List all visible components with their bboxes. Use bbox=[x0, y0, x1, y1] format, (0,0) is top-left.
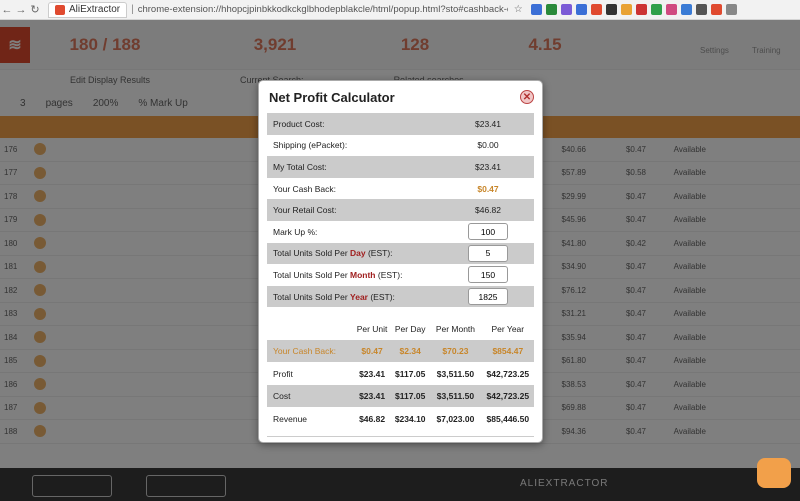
label-suffix: (EST): bbox=[375, 269, 403, 280]
field-label: My Total Cost: bbox=[273, 161, 327, 172]
cell: $23.41 bbox=[359, 368, 386, 379]
bookmark-star-icon[interactable]: ☆ bbox=[514, 4, 523, 15]
field-label: Shipping (ePacket): bbox=[273, 140, 348, 151]
field-value: $23.41 bbox=[475, 118, 501, 129]
units-per-month-label: Total Units Sold Per Month (EST): bbox=[273, 270, 453, 280]
cell: $0.47 bbox=[361, 346, 383, 357]
cell: $42,723.25 bbox=[486, 391, 530, 402]
extension-icon[interactable] bbox=[620, 4, 632, 15]
extension-icon[interactable] bbox=[545, 4, 557, 15]
cell: $70.23 bbox=[442, 346, 469, 357]
divider: | bbox=[131, 4, 134, 15]
extension-icon[interactable] bbox=[650, 4, 662, 15]
col-header: Per Year bbox=[491, 323, 525, 334]
tab-title: AliExtractor bbox=[69, 4, 121, 15]
cell: $234.10 bbox=[394, 413, 426, 424]
extension-icon[interactable] bbox=[710, 4, 722, 15]
label-prefix: Total Units Sold Per bbox=[273, 248, 351, 259]
forward-icon[interactable]: → bbox=[14, 4, 28, 16]
label-highlight: Month bbox=[350, 269, 376, 280]
cell: $854.47 bbox=[492, 346, 524, 357]
cell: $85,446.50 bbox=[486, 413, 530, 424]
row-label: Your Cash Back: bbox=[273, 346, 336, 357]
address-bar[interactable]: chrome-extension://hhopcjpinbkkodkckglbh… bbox=[138, 4, 508, 15]
cell: $117.05 bbox=[395, 391, 426, 402]
cell: $3,511.50 bbox=[436, 391, 475, 402]
cell: $42,723.25 bbox=[486, 368, 530, 379]
projection-profit-row: Profit $23.41 $117.05 $3,511.50 $42,723.… bbox=[267, 362, 534, 385]
back-icon[interactable]: ← bbox=[0, 4, 14, 16]
row-label: Profit bbox=[273, 368, 293, 379]
label-prefix: Total Units Sold Per bbox=[273, 269, 351, 280]
total-cost-row: My Total Cost: $23.41 bbox=[267, 156, 534, 178]
label-highlight: Day bbox=[350, 248, 366, 259]
label-prefix: Total Units Sold Per bbox=[273, 291, 351, 302]
units-per-year-label: Total Units Sold Per Year (EST): bbox=[273, 292, 453, 302]
extension-icon[interactable] bbox=[695, 4, 707, 15]
reload-icon[interactable]: ↻ bbox=[28, 3, 42, 16]
units-per-day-label: Total Units Sold Per Day (EST): bbox=[273, 248, 453, 258]
units-per-year-input[interactable] bbox=[468, 288, 508, 306]
field-value: $0.00 bbox=[477, 140, 499, 151]
extension-icon[interactable] bbox=[680, 4, 692, 15]
extension-icon[interactable] bbox=[590, 4, 602, 15]
field-label: Product Cost: bbox=[273, 118, 325, 129]
divider bbox=[267, 435, 534, 437]
extension-icon[interactable] bbox=[605, 4, 617, 15]
row-label: Revenue bbox=[273, 413, 308, 424]
extension-icon[interactable] bbox=[560, 4, 572, 15]
field-label: Your Cash Back: bbox=[273, 183, 336, 194]
cell: $7,023.00 bbox=[436, 413, 475, 424]
retail-cost-row: Your Retail Cost: $46.82 bbox=[267, 199, 534, 221]
cell: $3,511.50 bbox=[436, 368, 475, 379]
modal-title: Net Profit Calculator bbox=[269, 89, 395, 105]
units-per-month-input[interactable] bbox=[468, 266, 508, 284]
shipping-row: Shipping (ePacket): $0.00 bbox=[267, 135, 534, 157]
extension-icon[interactable] bbox=[665, 4, 677, 15]
close-icon[interactable]: ✕ bbox=[520, 90, 534, 104]
col-header: Per Unit bbox=[356, 323, 388, 334]
field-value: $0.47 bbox=[477, 183, 499, 194]
extension-icons bbox=[530, 4, 737, 15]
browser-toolbar: ← → ↻ AliExtractor | chrome-extension://… bbox=[0, 0, 800, 20]
col-header: Per Day bbox=[394, 323, 426, 334]
extension-tab[interactable]: AliExtractor bbox=[48, 1, 128, 18]
modal-header: Net Profit Calculator ✕ bbox=[267, 81, 534, 113]
row-label: Cost bbox=[273, 391, 291, 402]
cash-back-row: Your Cash Back: $0.47 bbox=[267, 178, 534, 200]
cell: $46.82 bbox=[359, 413, 386, 424]
field-label: Your Retail Cost: bbox=[273, 205, 337, 216]
cell: $23.41 bbox=[359, 391, 386, 402]
markup-input[interactable] bbox=[468, 223, 508, 241]
field-value: $23.41 bbox=[475, 161, 501, 172]
net-profit-calculator-modal: Net Profit Calculator ✕ Product Cost: $2… bbox=[258, 80, 543, 443]
extension-icon[interactable] bbox=[575, 4, 587, 15]
cell: $2.34 bbox=[399, 346, 421, 357]
col-header: Per Month bbox=[435, 323, 476, 334]
chat-icon[interactable] bbox=[757, 458, 791, 488]
units-per-day-input[interactable] bbox=[468, 244, 508, 262]
cell: $117.05 bbox=[395, 368, 426, 379]
label-highlight: Year bbox=[350, 291, 368, 302]
label-suffix: (EST): bbox=[365, 248, 393, 259]
extension-icon[interactable] bbox=[635, 4, 647, 15]
extension-icon[interactable] bbox=[530, 4, 542, 15]
product-cost-row: Product Cost: $23.41 bbox=[267, 113, 534, 135]
projection-table: Per Unit Per Day Per Month Per Year Your… bbox=[267, 317, 534, 430]
projection-cost-row: Cost $23.41 $117.05 $3,511.50 $42,723.25 bbox=[267, 384, 534, 408]
units-per-year-row: Total Units Sold Per Year (EST): bbox=[267, 285, 534, 308]
label-suffix: (EST): bbox=[367, 291, 395, 302]
field-value: $46.82 bbox=[475, 205, 501, 216]
projection-header-row: Per Unit Per Day Per Month Per Year bbox=[267, 317, 534, 340]
aliextractor-favicon-icon bbox=[55, 4, 65, 15]
units-per-day-row: Total Units Sold Per Day (EST): bbox=[267, 242, 534, 265]
projection-cashback-row: Your Cash Back: $0.47 $2.34 $70.23 $854.… bbox=[267, 339, 534, 363]
projection-revenue-row: Revenue $46.82 $234.10 $7,023.00 $85,446… bbox=[267, 407, 534, 430]
menu-icon[interactable] bbox=[725, 4, 737, 15]
markup-label: Mark Up %: bbox=[273, 226, 318, 237]
units-per-month-row: Total Units Sold Per Month (EST): bbox=[267, 264, 534, 286]
markup-row: Mark Up %: bbox=[267, 221, 534, 243]
